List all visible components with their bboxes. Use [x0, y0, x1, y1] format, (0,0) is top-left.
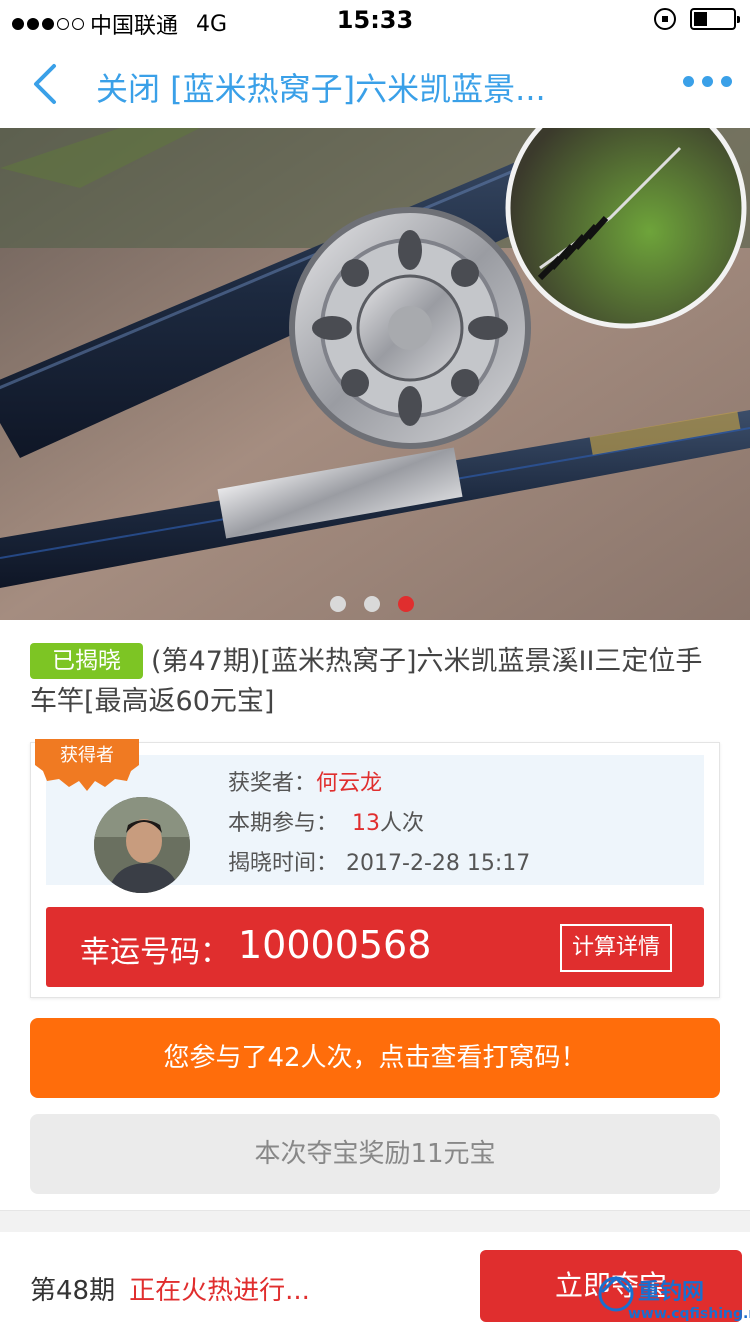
participation-row: 本期参与： 13人次 [228, 805, 424, 837]
reveal-time: 2017-2-28 15:17 [346, 851, 531, 876]
lucky-code: 10000568 [238, 923, 432, 967]
winner-row: 获奖者：何云龙 [228, 765, 382, 797]
status-right [654, 8, 740, 30]
winner-name[interactable]: 何云龙 [316, 771, 382, 796]
fishing-rod-photo [0, 128, 750, 620]
winner-avatar [94, 797, 190, 893]
more-icon[interactable] [683, 76, 732, 87]
next-period: 第48期 正在火热进行... [30, 1270, 310, 1307]
status-bar: 中国联通 4G 15:33 [0, 0, 750, 40]
battery-icon [690, 8, 740, 30]
product-image[interactable] [0, 128, 750, 620]
participation-label: 本期参与： [228, 811, 339, 836]
watermark-url: www.cqfishing.net [628, 1306, 750, 1322]
reveal-row: 揭晓时间： 2017-2-28 15:17 [228, 845, 530, 877]
rotation-lock-icon [654, 8, 676, 30]
section-divider [0, 1210, 750, 1232]
carousel-dot[interactable] [364, 596, 380, 612]
lucky-label: 幸运号码： [80, 935, 230, 970]
carousel-indicator [330, 596, 414, 612]
avatar-image [94, 797, 190, 893]
lucky-number-bar: 幸运号码： 10000568 计算详情 [46, 907, 704, 987]
badge-label: 获得者 [60, 745, 114, 766]
revealed-tag: 已揭晓 [30, 643, 143, 679]
participation-unit: 人次 [380, 811, 425, 836]
winner-info: 获奖者：何云龙 本期参与： 13人次 揭晓时间： 2017-2-28 15:17 [46, 755, 704, 893]
winner-badge: 获得者 [35, 739, 139, 791]
winner-card: 获奖者：何云龙 本期参与： 13人次 揭晓时间： 2017-2-28 15:17 获… [30, 739, 720, 998]
period-status[interactable]: 正在火热进行... [129, 1276, 310, 1306]
participation-count: 13 [352, 811, 381, 836]
view-codes-button[interactable]: 您参与了42人次，点击查看打窝码！ [30, 1018, 720, 1098]
status-time: 15:33 [336, 6, 414, 34]
reveal-label: 揭晓时间： [228, 851, 339, 876]
page-title[interactable]: 关闭 [蓝米热窝子]六米凯蓝景... [96, 64, 596, 110]
nav-bar: 关闭 [蓝米热窝子]六米凯蓝景... [0, 40, 750, 128]
watermark-name: 重钓网 [638, 1280, 705, 1305]
carousel-dot[interactable] [330, 596, 346, 612]
carousel-dot-active[interactable] [398, 596, 414, 612]
watermark: 重钓网 www.cqfishing.net [594, 1270, 750, 1334]
product-title: 已揭晓 (第47期)[蓝米热窝子]六米凯蓝景溪II三定位手车竿[最高返60元宝] [30, 642, 720, 722]
reward-button[interactable]: 本次夺宝奖励11元宝 [30, 1114, 720, 1194]
back-arrow-icon[interactable] [28, 62, 64, 106]
period-number: 第48期 [30, 1276, 116, 1306]
calc-detail-button[interactable]: 计算详情 [559, 924, 672, 972]
winner-label: 获奖者： [228, 771, 317, 796]
